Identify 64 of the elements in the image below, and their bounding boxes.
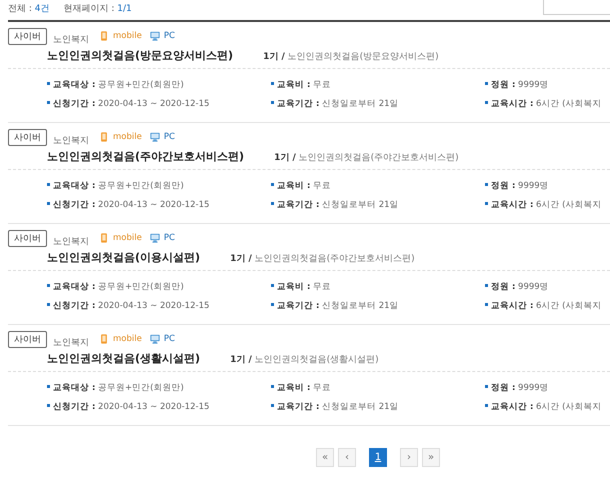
- info-text: 교육기간 : 신청일로부터 21일: [271, 401, 485, 413]
- phone-icon: [99, 31, 109, 41]
- info-text: 교육시간 : 6시간 (사회복지: [485, 199, 610, 211]
- info-text: 교육대상 : 공무원+민간(회원만): [47, 382, 271, 394]
- info-text: 교육시간 : 6시간 (사회복지: [485, 98, 610, 110]
- phone-icon: [99, 132, 109, 142]
- info-text: 교육비 : 무료: [271, 180, 485, 192]
- category-label: 노인복지: [53, 336, 89, 348]
- info-text: 정원 : 9999명: [485, 382, 610, 394]
- info-text: 교육기간 : 신청일로부터 21일: [271, 199, 485, 211]
- platform-label: mobile: [113, 233, 142, 243]
- info-text: 신청기간 : 2020-04-13 ~ 2020-12-15: [47, 98, 271, 110]
- phone-icon: [99, 334, 109, 344]
- page-button[interactable]: ‹: [338, 448, 356, 467]
- page-button[interactable]: 1: [369, 448, 387, 467]
- info-text: 신청기간 : 2020-04-13 ~ 2020-12-15: [47, 199, 271, 211]
- info-text: 교육시간 : 6시간 (사회복지: [485, 401, 610, 413]
- info-text: 교육기간 : 신청일로부터 21일: [271, 98, 485, 110]
- summary-text: 전체 : 4건: [8, 3, 50, 15]
- info-text: 정원 : 9999명: [485, 281, 610, 293]
- page-button[interactable]: ›: [400, 448, 418, 467]
- page-button[interactable]: «: [316, 448, 334, 467]
- search-field[interactable]: [543, 0, 610, 15]
- info-text: 신청기간 : 2020-04-13 ~ 2020-12-15: [47, 300, 271, 312]
- monitor-icon: [150, 334, 160, 344]
- category-label: 노인복지: [53, 134, 89, 146]
- session-text: 1기 / 노인인권의첫걸음(방문요양서비스편): [263, 51, 439, 63]
- category-label: 노인복지: [53, 236, 89, 248]
- summary-text: 현재페이지 : 1/1: [64, 3, 132, 15]
- info-text: 신청기간 : 2020-04-13 ~ 2020-12-15: [47, 401, 271, 413]
- course-type-badge: 사이버: [8, 128, 47, 146]
- monitor-icon: [150, 31, 160, 41]
- info-text: 교육비 : 무료: [271, 281, 485, 293]
- category-label: 노인복지: [53, 34, 89, 46]
- course-type-badge: 사이버: [8, 330, 47, 348]
- info-text: 정원 : 9999명: [485, 79, 610, 91]
- platform-label: PC: [164, 334, 175, 344]
- session-text: 1기 / 노인인권의첫걸음(생활시설편): [230, 354, 379, 366]
- info-text: 교육비 : 무료: [271, 382, 485, 394]
- info-text: 교육비 : 무료: [271, 79, 485, 91]
- course-title[interactable]: 노인인권의첫걸음(주야간보호서비스편): [47, 149, 244, 164]
- session-text: 1기 / 노인인권의첫걸음(주야간보호서비스편): [274, 152, 459, 164]
- monitor-icon: [150, 233, 160, 243]
- platform-label: PC: [164, 31, 175, 41]
- course-type-badge: 사이버: [8, 28, 47, 44]
- info-text: 교육대상 : 공무원+민간(회원만): [47, 79, 271, 91]
- page-button[interactable]: »: [422, 448, 440, 467]
- course-title[interactable]: 노인인권의첫걸음(방문요양서비스편): [47, 48, 234, 63]
- course-title[interactable]: 노인인권의첫걸음(생활시설편): [47, 351, 200, 366]
- phone-icon: [99, 233, 109, 243]
- platform-label: PC: [164, 233, 175, 243]
- info-text: 교육시간 : 6시간 (사회복지: [485, 300, 610, 312]
- course-title[interactable]: 노인인권의첫걸음(이용시설편): [47, 250, 200, 265]
- info-text: 교육기간 : 신청일로부터 21일: [271, 300, 485, 312]
- platform-label: PC: [164, 132, 175, 142]
- info-text: 정원 : 9999명: [485, 180, 610, 192]
- platform-label: mobile: [113, 334, 142, 344]
- monitor-icon: [150, 132, 160, 142]
- course-type-badge: 사이버: [8, 230, 47, 246]
- info-text: 교육대상 : 공무원+민간(회원만): [47, 281, 271, 293]
- platform-label: mobile: [113, 132, 142, 142]
- info-text: 교육대상 : 공무원+민간(회원만): [47, 180, 271, 192]
- session-text: 1기 / 노인인권의첫걸음(주야간보호서비스편): [230, 253, 415, 265]
- platform-label: mobile: [113, 31, 142, 41]
